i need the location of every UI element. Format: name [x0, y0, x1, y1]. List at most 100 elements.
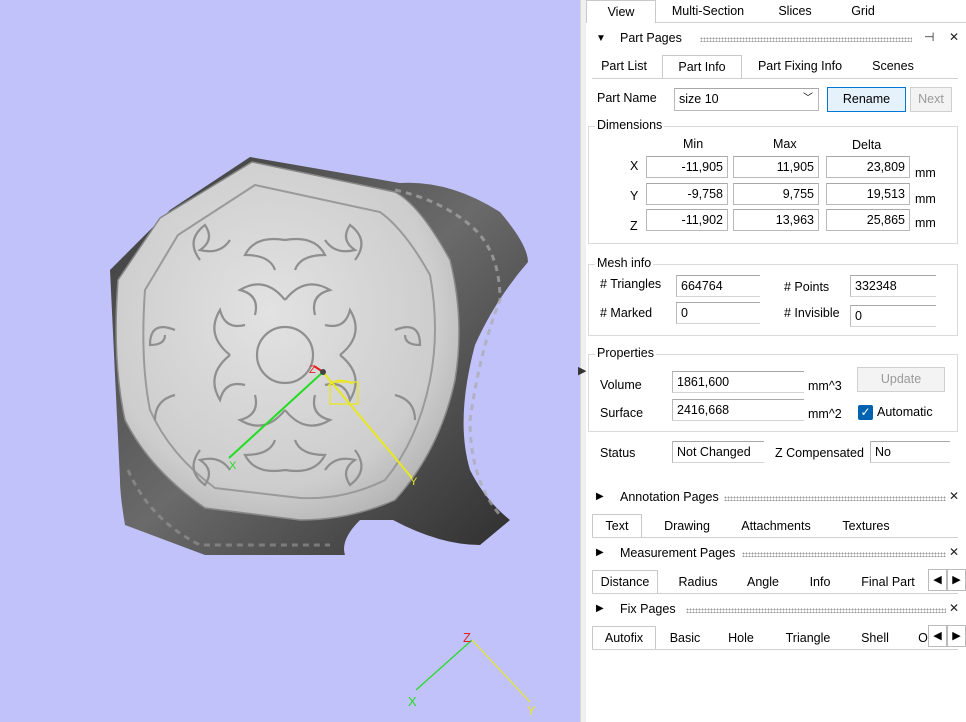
- measurement-pages-title: Measurement Pages: [620, 546, 736, 560]
- tab-scenes[interactable]: Scenes: [862, 55, 924, 78]
- dim-unit: mm: [915, 166, 936, 180]
- automatic-checkbox[interactable]: ✓: [858, 405, 873, 420]
- close-icon[interactable]: ✕: [949, 30, 959, 44]
- marked-label: # Marked: [600, 306, 653, 320]
- measurement-pages-header[interactable]: ▶ Measurement Pages ✕: [586, 542, 966, 566]
- triad-x-axis: [415, 639, 473, 691]
- dim-header-delta: Delta: [852, 138, 882, 152]
- dim-axis-label: Z: [630, 219, 638, 233]
- tab-view[interactable]: View: [586, 0, 656, 23]
- tab-shell[interactable]: Shell: [854, 627, 896, 650]
- check-icon: ✓: [860, 405, 871, 419]
- triad-x-label: X: [408, 694, 417, 709]
- tab-basic[interactable]: Basic: [664, 627, 706, 650]
- tab-hole[interactable]: Hole: [722, 627, 760, 650]
- dim-y-delta[interactable]: 19,513: [826, 183, 910, 205]
- fix-pages-title: Fix Pages: [620, 602, 676, 616]
- side-panel: View Multi-Section Slices Grid ▼ Part Pa…: [586, 0, 966, 722]
- tab-multi-section[interactable]: Multi-Section: [662, 0, 754, 23]
- update-button[interactable]: Update: [857, 367, 945, 392]
- tab-text[interactable]: Text: [592, 514, 642, 537]
- triangle-left-icon[interactable]: ◀: [928, 569, 947, 591]
- part-y-label: Y: [410, 476, 418, 488]
- tab-angle[interactable]: Angle: [738, 571, 788, 594]
- volume-unit: mm^3: [808, 379, 842, 393]
- drag-grip[interactable]: [700, 37, 912, 42]
- drag-grip[interactable]: [686, 608, 946, 613]
- tab-triangle[interactable]: Triangle: [776, 627, 840, 650]
- triangle-right-icon[interactable]: ▶: [596, 603, 604, 614]
- dim-unit: mm: [915, 192, 936, 206]
- dim-x-max[interactable]: 11,905: [733, 156, 819, 178]
- dim-z-delta[interactable]: 25,865: [826, 209, 910, 231]
- surface-label: Surface: [600, 406, 644, 420]
- rename-button[interactable]: Rename: [827, 87, 906, 112]
- status-value[interactable]: Not Changed: [672, 441, 764, 463]
- tab-drawing[interactable]: Drawing: [656, 515, 718, 538]
- pin-icon[interactable]: ⊣: [924, 30, 934, 44]
- dim-axis-label: Y: [630, 189, 639, 203]
- fix-pages-header[interactable]: ▶ Fix Pages ✕: [586, 598, 966, 622]
- triangles-value[interactable]: 664764: [676, 275, 760, 297]
- dim-x-delta[interactable]: 23,809: [826, 156, 910, 178]
- tab-slices[interactable]: Slices: [764, 0, 826, 23]
- points-value[interactable]: 332348: [850, 275, 936, 297]
- invisible-value[interactable]: 0: [850, 305, 936, 327]
- tab-grid[interactable]: Grid: [836, 0, 890, 23]
- dim-y-min[interactable]: -9,758: [646, 183, 728, 205]
- viewport-canvas[interactable]: X Y Z X Y Z: [0, 0, 580, 722]
- tab-part-info[interactable]: Part Info: [662, 55, 742, 78]
- part-name-label: Part Name: [597, 91, 657, 105]
- properties-title: Properties: [595, 346, 656, 360]
- part-pages-header[interactable]: ▼ Part Pages ⊣ ✕: [586, 27, 966, 51]
- tab-radius[interactable]: Radius: [670, 571, 726, 594]
- surface-unit: mm^2: [808, 407, 842, 421]
- dim-z-min[interactable]: -11,902: [646, 209, 728, 231]
- status-label: Status: [600, 446, 636, 460]
- automatic-label: Automatic: [877, 405, 933, 419]
- close-icon[interactable]: ✕: [949, 545, 959, 559]
- triangle-right-icon[interactable]: ▶: [947, 625, 966, 647]
- 3d-viewport[interactable]: X Y Z X Y Z: [0, 0, 580, 722]
- tab-attachments[interactable]: Attachments: [734, 515, 818, 538]
- dim-header-min: Min: [683, 137, 704, 151]
- annotation-pages-header[interactable]: ▶ Annotation Pages ✕: [586, 486, 966, 510]
- fix-tabbar-line: [592, 649, 958, 650]
- mesh-info-title: Mesh info: [595, 256, 654, 270]
- dimensions-title: Dimensions: [595, 118, 665, 132]
- triangle-right-icon[interactable]: ▶: [947, 569, 966, 591]
- triangle-left-icon[interactable]: ◀: [928, 625, 947, 647]
- surface-value[interactable]: 2416,668: [672, 399, 804, 421]
- annotation-pages-title: Annotation Pages: [620, 490, 719, 504]
- invisible-label: # Invisible: [784, 306, 840, 320]
- z-compensated-value[interactable]: No: [870, 441, 950, 463]
- close-icon[interactable]: ✕: [949, 601, 959, 615]
- triad-y-label: Y: [527, 703, 536, 718]
- close-icon[interactable]: ✕: [949, 489, 959, 503]
- tab-autofix[interactable]: Autofix: [592, 626, 656, 649]
- tab-part-fixing-info[interactable]: Part Fixing Info: [750, 55, 850, 78]
- points-label: # Points: [784, 280, 830, 294]
- dim-unit: mm: [915, 216, 936, 230]
- drag-grip[interactable]: [742, 552, 946, 557]
- tab-final-part[interactable]: Final Part: [852, 571, 924, 594]
- tab-textures[interactable]: Textures: [834, 515, 898, 538]
- part-name-value: size 10: [679, 92, 719, 106]
- marked-value[interactable]: 0: [676, 302, 760, 324]
- part-origin: [320, 369, 326, 375]
- tab-part-list[interactable]: Part List: [592, 55, 656, 78]
- triangle-right-icon[interactable]: ▶: [596, 491, 604, 502]
- part-name-select[interactable]: size 10 ﹀: [674, 88, 819, 111]
- dim-y-max[interactable]: 9,755: [733, 183, 819, 205]
- triangle-down-icon[interactable]: ▼: [596, 33, 606, 44]
- chevron-down-icon[interactable]: ﹀: [803, 89, 813, 109]
- dim-x-min[interactable]: -11,905: [646, 156, 728, 178]
- volume-value[interactable]: 1861,600: [672, 371, 804, 393]
- drag-grip[interactable]: [724, 496, 946, 501]
- triangle-right-icon[interactable]: ▶: [596, 547, 604, 558]
- dim-z-max[interactable]: 13,963: [733, 209, 819, 231]
- next-button[interactable]: Next: [910, 87, 952, 112]
- tab-info[interactable]: Info: [800, 571, 840, 594]
- z-compensated-label: Z Compensated: [775, 446, 864, 460]
- tab-distance[interactable]: Distance: [592, 570, 658, 593]
